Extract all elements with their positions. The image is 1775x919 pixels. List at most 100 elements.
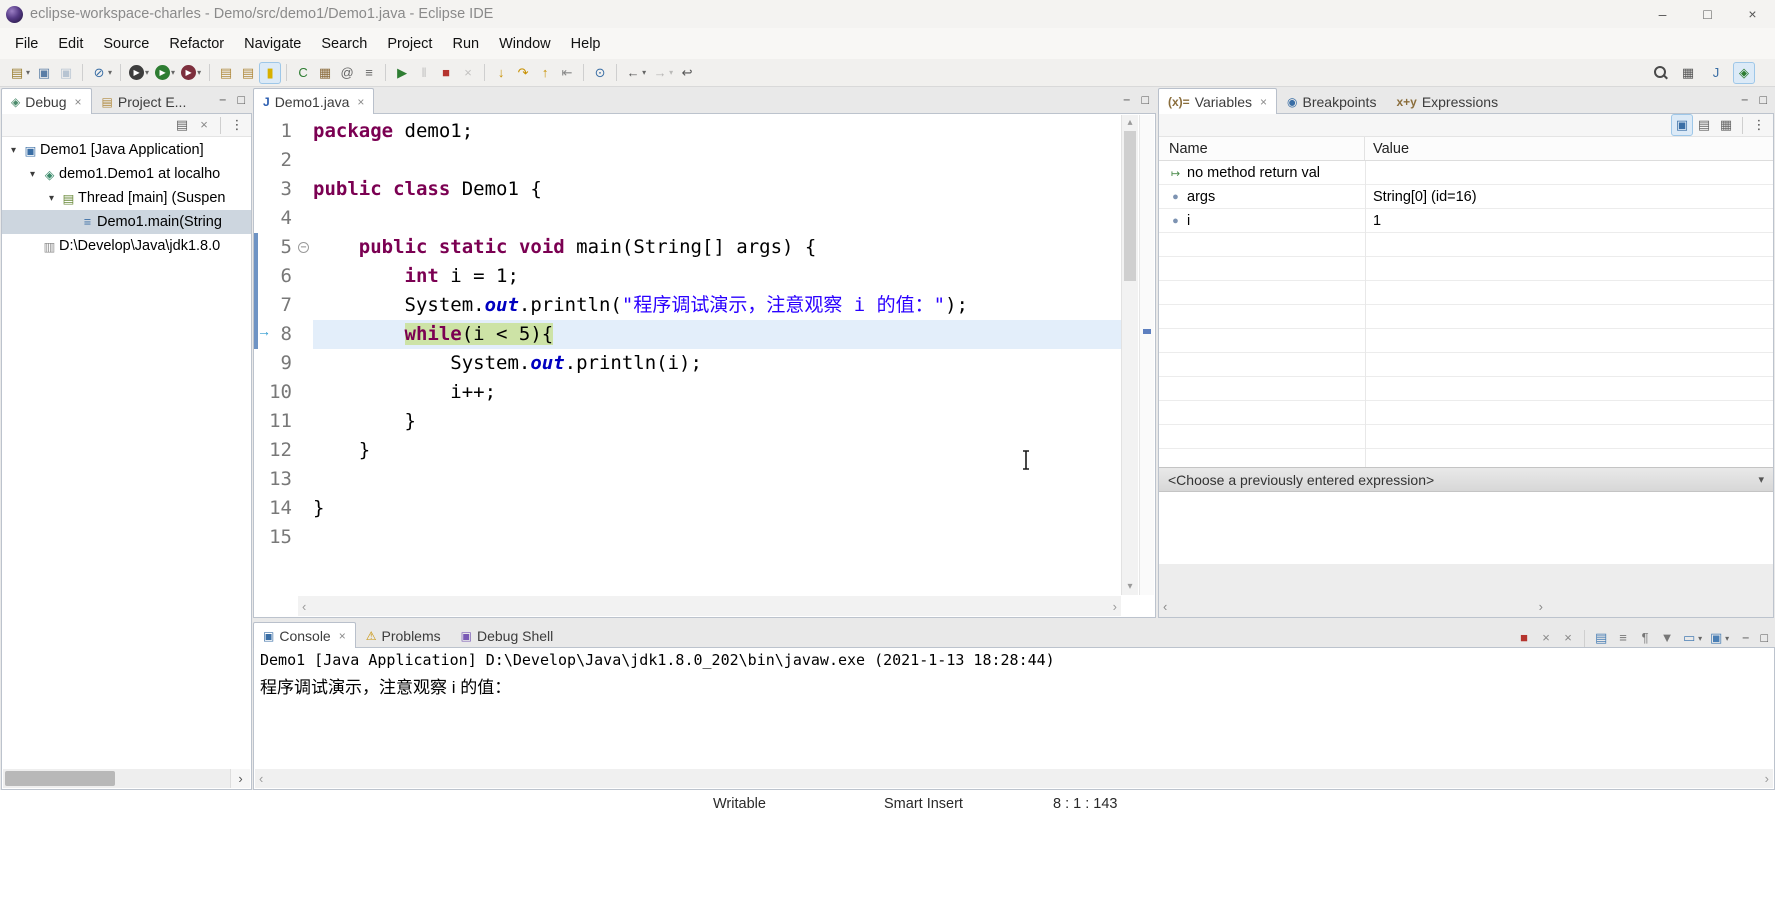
menu-item-run[interactable]: Run — [442, 31, 489, 57]
minimize-view-button[interactable]: − — [219, 93, 226, 107]
close-window-button[interactable]: × — [1730, 6, 1775, 22]
menu-item-project[interactable]: Project — [377, 31, 442, 57]
code-line[interactable]: 4 — [254, 204, 1121, 233]
java-perspective-button[interactable]: J — [1705, 62, 1727, 84]
clear-console-button[interactable]: ▤ — [1590, 627, 1612, 649]
coverage-history-button[interactable]: ▶ ▾ — [178, 62, 204, 84]
menu-item-edit[interactable]: Edit — [48, 31, 93, 57]
close-tab-icon[interactable]: × — [75, 95, 82, 109]
tab-console[interactable]: ▣ Console × — [253, 622, 356, 648]
variables-horizontal-scrollbar[interactable]: ‹ › — [1163, 598, 1543, 615]
use-step-filters-button[interactable]: ⊙ — [589, 62, 611, 84]
minimize-window-button[interactable]: – — [1640, 6, 1685, 22]
terminate-console-button[interactable]: ■ — [1513, 627, 1535, 649]
scroll-left-button[interactable]: ‹ — [302, 599, 306, 614]
chevron-down-icon[interactable]: ▾ — [1758, 473, 1764, 486]
debug-horizontal-scrollbar[interactable]: › — [3, 769, 250, 788]
code-line[interactable]: 14} — [254, 494, 1121, 523]
menu-item-refactor[interactable]: Refactor — [159, 31, 234, 57]
remove-launch-button[interactable]: × — [1535, 627, 1557, 649]
open-javadoc-button[interactable]: @ — [336, 62, 358, 84]
scroll-right-button[interactable]: › — [1113, 599, 1117, 614]
skip-all-breakpoints-button[interactable]: ⊘ ▾ — [88, 62, 115, 84]
forward-button[interactable]: → ▾ — [649, 62, 676, 84]
variable-row[interactable]: ● args String[0] (id=16) — [1159, 185, 1773, 209]
editor-vertical-scrollbar[interactable]: ▴ ▾ — [1121, 115, 1138, 595]
code-editor[interactable]: 1 package demo1; 2 3 public class Demo1 {4 5−… — [254, 117, 1121, 552]
maximize-window-button[interactable]: □ — [1685, 6, 1730, 22]
tab-expressions[interactable]: x+y Expressions — [1386, 89, 1508, 114]
current-line-marker[interactable] — [1143, 329, 1151, 334]
last-edit-location-button[interactable]: ↩ — [676, 62, 698, 84]
code-line[interactable]: 10 i++; — [254, 378, 1121, 407]
scroll-up-button[interactable]: ▴ — [1122, 116, 1138, 130]
expression-input[interactable]: <Choose a previously entered expression>… — [1159, 467, 1773, 492]
maximize-view-button[interactable]: □ — [1141, 93, 1149, 107]
quick-access-search-button[interactable] — [1650, 62, 1671, 84]
drop-to-frame-button[interactable]: ⇤ — [556, 62, 578, 84]
code-line[interactable]: 12 } — [254, 436, 1121, 465]
collapse-all-button[interactable]: ▤ — [1693, 114, 1715, 136]
column-header-value[interactable]: Value — [1365, 141, 1409, 157]
step-return-button[interactable]: ↑ — [534, 62, 556, 84]
debug-tree-item[interactable]: ▾ ▣ Demo1 [Java Application] — [2, 138, 251, 162]
view-menu-button[interactable]: ⋮ — [226, 114, 248, 136]
editor-horizontal-scrollbar[interactable]: ‹ › — [298, 596, 1121, 616]
code-line[interactable]: 15 — [254, 523, 1121, 552]
variables-table-header[interactable]: Name Value — [1159, 137, 1773, 161]
tab-debug[interactable]: ◈ Debug × — [1, 88, 92, 114]
scrollbar-thumb[interactable] — [5, 771, 115, 786]
code-line[interactable]: 6 int i = 1; — [254, 262, 1121, 291]
close-tab-icon[interactable]: × — [339, 629, 346, 643]
code-line[interactable]: 1 package demo1; — [254, 117, 1121, 146]
disconnect-button[interactable]: × — [457, 62, 479, 84]
fold-collapse-icon[interactable]: − — [298, 242, 309, 253]
column-divider[interactable] — [1365, 161, 1366, 467]
maximize-view-button[interactable]: □ — [1759, 93, 1767, 107]
scroll-lock-button[interactable]: ≡ — [1612, 627, 1634, 649]
scroll-left-button[interactable]: ‹ — [1163, 599, 1167, 614]
open-console-button[interactable]: ▣ ▾ — [1705, 627, 1732, 649]
resume-button[interactable]: ▶ — [391, 62, 413, 84]
show-outline-button[interactable]: ≡ — [358, 62, 380, 84]
terminate-button[interactable]: ■ — [435, 62, 457, 84]
toggle-mark-occurrences-button[interactable]: ▮ — [259, 61, 282, 84]
debug-history-button[interactable]: ▶ ▾ — [152, 62, 178, 84]
remove-all-terminated-button[interactable]: × — [193, 114, 215, 136]
code-line[interactable]: 3 public class Demo1 { — [254, 175, 1121, 204]
open-type-button[interactable]: ▤ — [215, 62, 237, 84]
run-history-button[interactable]: ▶ ▾ — [126, 62, 152, 84]
expander-icon[interactable]: ▾ — [6, 145, 21, 156]
code-line[interactable]: 13 — [254, 465, 1121, 494]
menu-item-help[interactable]: Help — [561, 31, 611, 57]
maximize-view-button[interactable]: □ — [1760, 631, 1768, 645]
scroll-left-button[interactable]: ‹ — [259, 771, 263, 786]
expander-icon[interactable]: ▾ — [25, 169, 40, 180]
step-into-button[interactable]: ↓ — [490, 62, 512, 84]
tab-project-explorer[interactable]: ▤ Project E... — [92, 89, 197, 114]
expander-icon[interactable]: ▾ — [44, 193, 59, 204]
code-line[interactable]: 5− public static void main(String[] args… — [254, 233, 1121, 262]
console-output[interactable]: Demo1 [Java Application] D:\Develop\Java… — [254, 648, 1774, 768]
code-line[interactable]: 8 while(i < 5){ — [254, 320, 1121, 349]
variable-row[interactable]: ↦ no method return val — [1159, 161, 1773, 185]
tab-demo1-java[interactable]: J Demo1.java × — [253, 88, 375, 114]
minimize-view-button[interactable]: − — [1741, 93, 1748, 107]
display-selected-console-button[interactable]: ▭ ▾ — [1678, 627, 1705, 649]
new-java-class-button[interactable]: C — [292, 62, 314, 84]
columns-layout-button[interactable]: ▦ — [1715, 114, 1737, 136]
scroll-right-button[interactable]: › — [230, 769, 250, 788]
scrollbar-thumb[interactable] — [1124, 131, 1136, 281]
menu-item-file[interactable]: File — [5, 31, 48, 57]
open-perspective-button[interactable]: ▦ — [1677, 62, 1699, 84]
close-tab-icon[interactable]: × — [1260, 95, 1267, 109]
view-menu-button[interactable]: ⋮ — [1748, 114, 1770, 136]
debug-tree-item[interactable]: ▥ D:\Develop\Java\jdk1.8.0 — [2, 234, 251, 258]
scroll-down-button[interactable]: ▾ — [1122, 580, 1138, 594]
show-logical-structures-button[interactable]: ▣ — [1671, 114, 1693, 136]
code-line[interactable]: 7 System.out.println("程序调试演示，注意观察 i 的值："… — [254, 291, 1121, 320]
word-wrap-button[interactable]: ¶ — [1634, 627, 1656, 649]
code-line[interactable]: 9 System.out.println(i); — [254, 349, 1121, 378]
save-all-button[interactable]: ▣ — [55, 62, 77, 84]
suspend-button[interactable]: ‖ — [413, 62, 435, 84]
